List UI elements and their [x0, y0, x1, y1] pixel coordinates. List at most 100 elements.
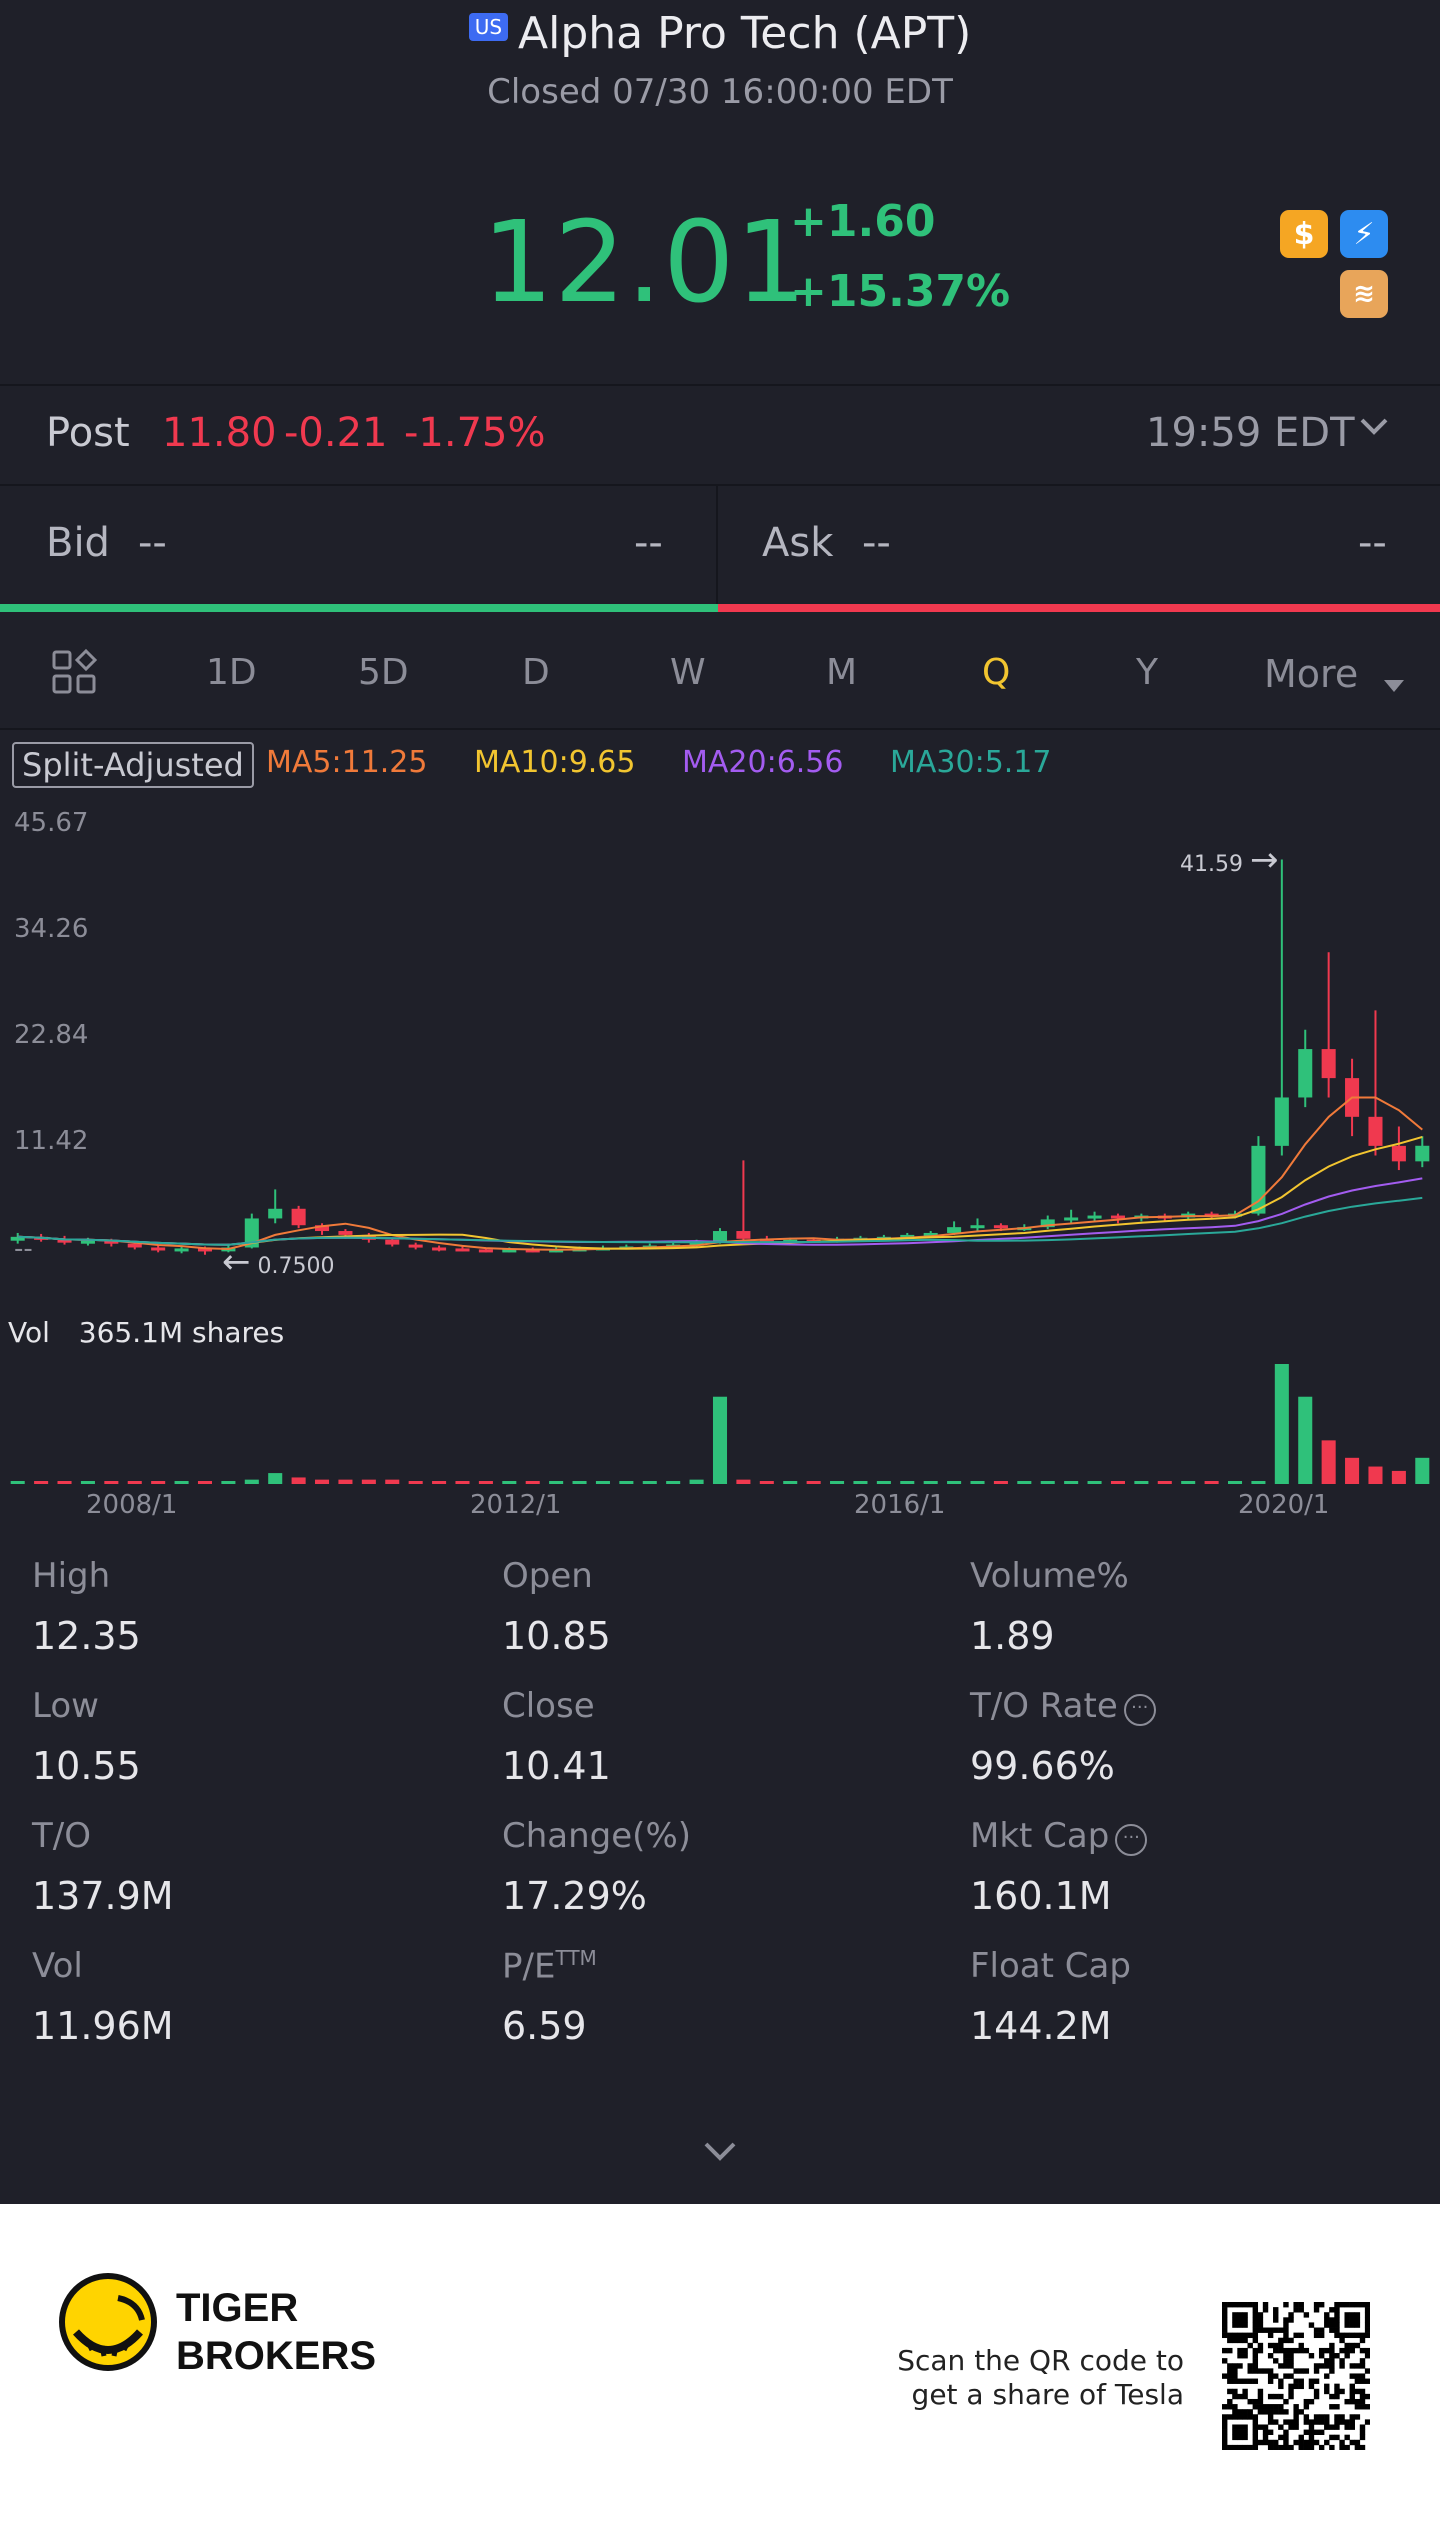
footer-banner: TIGER BROKERS Scan the QR code to get a …: [0, 2204, 1440, 2548]
candle: [1064, 1217, 1079, 1221]
volume-bar: [291, 1477, 306, 1484]
last-price: 12.01: [482, 198, 808, 328]
volume-bar: [10, 1481, 25, 1484]
volume-bar: [1321, 1440, 1336, 1484]
stat-value: 17.29%: [502, 1874, 647, 1918]
candle: [947, 1227, 962, 1233]
stat-label: T/O Rate ···: [970, 1686, 1156, 1726]
page-title: US Alpha Pro Tech (APT): [0, 8, 1440, 59]
post-time[interactable]: 19:59 EDT: [1146, 410, 1355, 456]
candle: [432, 1247, 447, 1251]
high-marker-label: 41.59: [1180, 852, 1243, 877]
stat-value: 10.85: [502, 1614, 611, 1658]
volume-bar: [642, 1481, 657, 1484]
candle: [736, 1231, 751, 1239]
caret-down-icon[interactable]: [1384, 662, 1404, 703]
volume-bar: [432, 1481, 447, 1484]
layout-grid-icon[interactable]: [50, 648, 98, 705]
candle: [1087, 1215, 1102, 1219]
ask-size: --: [1358, 520, 1387, 566]
volume-bar: [244, 1479, 259, 1484]
stack-badge-icon[interactable]: ≋: [1340, 270, 1388, 318]
expand-chevron-icon[interactable]: [700, 2136, 740, 2170]
volume-bar: [268, 1473, 283, 1484]
volume-bar: [970, 1481, 985, 1484]
stat-label: Float Cap: [970, 1946, 1131, 1986]
candle: [993, 1225, 1008, 1229]
more-info-icon[interactable]: ···: [1115, 1824, 1148, 1856]
volume-bar: [1157, 1481, 1172, 1484]
lightning-badge-icon[interactable]: ⚡: [1340, 210, 1388, 258]
tab-day[interactable]: D: [522, 652, 550, 693]
candle: [1298, 1049, 1313, 1098]
tab-month[interactable]: M: [826, 652, 857, 693]
price-change-pct: +15.37%: [790, 266, 1011, 317]
volume-bar: [900, 1481, 915, 1484]
ask-ratio-bar: [718, 604, 1440, 612]
stat-label-text: High: [32, 1556, 111, 1596]
candle: [408, 1244, 423, 1248]
stat-value: 6.59: [502, 2004, 587, 2048]
stat-label: P/ETTM: [502, 1946, 597, 1986]
bid-size: --: [634, 520, 663, 566]
volume-bar: [1134, 1481, 1149, 1484]
candle: [1274, 1097, 1289, 1146]
volume-bar: [947, 1481, 962, 1484]
volume-bar: [1298, 1396, 1313, 1484]
chevron-down-icon[interactable]: [1356, 408, 1392, 448]
x-tick: 2016/1: [854, 1490, 946, 1520]
high-marker: 41.59 →: [1180, 840, 1278, 880]
volume-bar: [759, 1481, 774, 1484]
tab-5d[interactable]: 5D: [358, 652, 409, 693]
volume-bar: [455, 1481, 470, 1484]
post-label: Post: [46, 410, 130, 456]
ma10-value: MA10:9.65: [474, 745, 636, 780]
x-tick: 2012/1: [470, 1490, 562, 1520]
volume-bar: [1345, 1457, 1360, 1484]
scan-line1: Scan the QR code to: [897, 2344, 1184, 2377]
volume-bar: [689, 1479, 704, 1484]
tab-more[interactable]: More: [1264, 652, 1358, 696]
volume-bar: [361, 1479, 376, 1484]
stat-label: Volume%: [970, 1556, 1129, 1596]
volume-bar: [1017, 1481, 1032, 1484]
stat-label: High: [32, 1556, 110, 1596]
tab-week[interactable]: W: [670, 652, 706, 693]
bid-ratio-bar: [0, 604, 718, 612]
volume-bar: [666, 1481, 681, 1484]
stat-label-text: Open: [502, 1556, 593, 1596]
tab-quarter[interactable]: Q: [982, 652, 1010, 693]
ma30-value: MA30:5.17: [890, 745, 1052, 780]
volume-bar: [315, 1479, 330, 1484]
period-tabs: 1D 5D D W M Q Y More: [0, 618, 1440, 728]
more-info-icon[interactable]: ···: [1123, 1694, 1156, 1726]
volume-bar: [549, 1481, 564, 1484]
bid-label: Bid: [46, 520, 110, 566]
stat-label-sup: TTM: [555, 1946, 597, 1970]
stat-label-text: Mkt Cap: [970, 1816, 1110, 1856]
stat-value: 144.2M: [970, 2004, 1112, 2048]
tab-1d[interactable]: 1D: [206, 652, 257, 693]
ma20-value: MA20:6.56: [682, 745, 844, 780]
stat-label: Change(%): [502, 1816, 691, 1856]
volume-bar: [525, 1481, 540, 1484]
volume-bar: [783, 1481, 798, 1484]
stat-value: 11.96M: [32, 2004, 174, 2048]
candle: [1391, 1145, 1406, 1162]
ask-value: --: [862, 520, 891, 566]
post-change: -0.21: [284, 410, 388, 456]
split-adjusted-toggle[interactable]: Split-Adjusted: [12, 742, 254, 788]
candle: [174, 1248, 189, 1252]
volume-bar: [1227, 1481, 1243, 1484]
volume-bar: [923, 1481, 938, 1484]
volume-bar: [34, 1481, 49, 1484]
dollar-badge-icon[interactable]: $: [1280, 210, 1328, 258]
volume-chart[interactable]: [0, 1360, 1440, 1484]
scan-line2: get a share of Tesla: [911, 2378, 1184, 2411]
stat-label-text: Vol: [32, 1946, 83, 1986]
candle: [338, 1231, 353, 1235]
stat-label-text: Low: [32, 1686, 99, 1726]
divider: [716, 486, 718, 604]
tab-year[interactable]: Y: [1136, 652, 1158, 693]
volume-bar: [712, 1396, 728, 1484]
